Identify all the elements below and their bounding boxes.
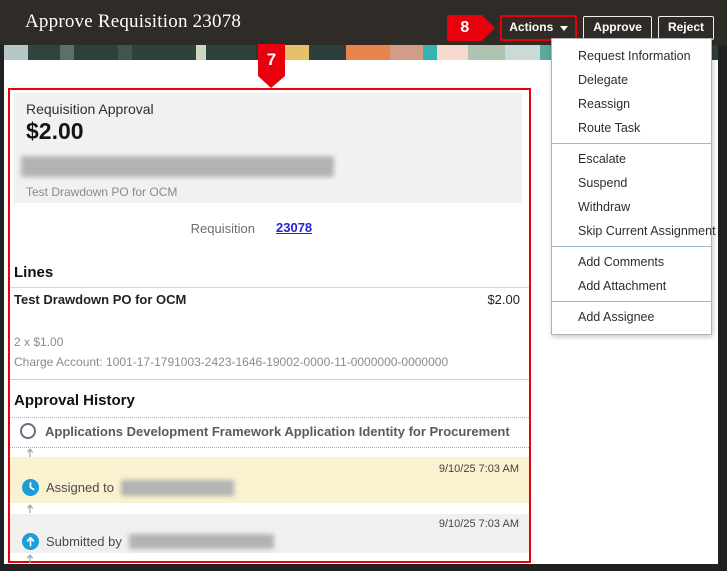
chevron-down-icon bbox=[560, 26, 568, 31]
requisition-label: Requisition bbox=[0, 221, 255, 236]
window-border-bottom bbox=[0, 564, 727, 571]
annotation-callout-7: 7 bbox=[258, 44, 285, 76]
reject-button[interactable]: Reject bbox=[658, 16, 714, 39]
approve-button[interactable]: Approve bbox=[583, 16, 652, 39]
lines-heading: Lines bbox=[14, 264, 53, 281]
menu-item-add-comments[interactable]: Add Comments bbox=[552, 250, 711, 274]
timeline-up-arrow-icon bbox=[25, 554, 35, 563]
submitted-timestamp: 9/10/25 7:03 AM bbox=[439, 518, 519, 530]
redacted-submitter-name bbox=[129, 534, 274, 549]
line-item-amount: $2.00 bbox=[420, 292, 520, 307]
menu-item-suspend[interactable]: Suspend bbox=[552, 171, 711, 195]
menu-item-delegate[interactable]: Delegate bbox=[552, 68, 711, 92]
timeline-up-arrow-icon bbox=[25, 504, 35, 513]
menu-item-skip-current-assignment[interactable]: Skip Current Assignment bbox=[552, 219, 711, 243]
menu-item-add-assignee[interactable]: Add Assignee bbox=[552, 305, 711, 329]
menu-separator bbox=[552, 301, 711, 302]
page-title: Approve Requisition 23078 bbox=[25, 11, 241, 33]
divider bbox=[8, 287, 531, 288]
menu-item-withdraw[interactable]: Withdraw bbox=[552, 195, 711, 219]
summary-title: Requisition Approval bbox=[26, 101, 154, 117]
menu-item-request-information[interactable]: Request Information bbox=[552, 44, 711, 68]
line-item-charge-account: Charge Account: 1001-17-1791003-2423-164… bbox=[14, 355, 448, 369]
dotted-divider bbox=[8, 417, 531, 418]
callout-7-number: 7 bbox=[267, 50, 276, 70]
history-entry-submitted: 9/10/25 7:03 AM Submitted by bbox=[10, 514, 529, 553]
dotted-divider bbox=[8, 447, 531, 448]
actions-button-label: Actions bbox=[509, 21, 553, 34]
menu-separator bbox=[552, 246, 711, 247]
divider bbox=[8, 379, 531, 380]
history-entry-assigned: 9/10/25 7:03 AM Assigned to bbox=[10, 457, 529, 503]
callout-8-number: 8 bbox=[460, 19, 469, 37]
requisition-number-link[interactable]: 23078 bbox=[276, 220, 312, 235]
summary-amount: $2.00 bbox=[26, 118, 84, 145]
submitted-text: Submitted by bbox=[46, 534, 122, 549]
approval-history-heading: Approval History bbox=[14, 392, 135, 409]
window-border-right bbox=[718, 45, 727, 571]
line-item-name: Test Drawdown PO for OCM bbox=[14, 292, 186, 307]
actions-dropdown-menu: Request Information Delegate Reassign Ro… bbox=[551, 38, 712, 335]
assigned-text: Assigned to bbox=[46, 480, 114, 495]
window-border-left bbox=[0, 45, 4, 571]
history-pending-text: Applications Development Framework Appli… bbox=[45, 424, 510, 439]
redacted-assignee-name bbox=[121, 480, 234, 496]
annotation-callout-8: 8 bbox=[447, 15, 482, 41]
requisition-summary-card: Requisition Approval $2.00 Test Drawdown… bbox=[14, 93, 522, 203]
approve-requisition-window: Approve Requisition 23078 8 Actions Appr… bbox=[0, 0, 727, 571]
actions-button[interactable]: Actions bbox=[502, 17, 575, 38]
actions-button-annotation: Actions bbox=[500, 15, 577, 40]
menu-separator bbox=[552, 143, 711, 144]
pending-status-icon bbox=[20, 423, 36, 439]
menu-item-escalate[interactable]: Escalate bbox=[552, 147, 711, 171]
menu-item-reassign[interactable]: Reassign bbox=[552, 92, 711, 116]
assigned-timestamp: 9/10/25 7:03 AM bbox=[439, 463, 519, 475]
redacted-requester-name bbox=[21, 156, 334, 177]
line-item-quantity: 2 x $1.00 bbox=[14, 335, 63, 349]
summary-description: Test Drawdown PO for OCM bbox=[26, 185, 177, 199]
menu-item-add-attachment[interactable]: Add Attachment bbox=[552, 274, 711, 298]
clock-icon bbox=[22, 479, 39, 496]
history-entry-pending: Applications Development Framework Appli… bbox=[20, 423, 510, 439]
menu-item-route-task[interactable]: Route Task bbox=[552, 116, 711, 140]
submit-up-arrow-icon bbox=[22, 533, 39, 550]
timeline-up-arrow-icon bbox=[25, 448, 35, 457]
